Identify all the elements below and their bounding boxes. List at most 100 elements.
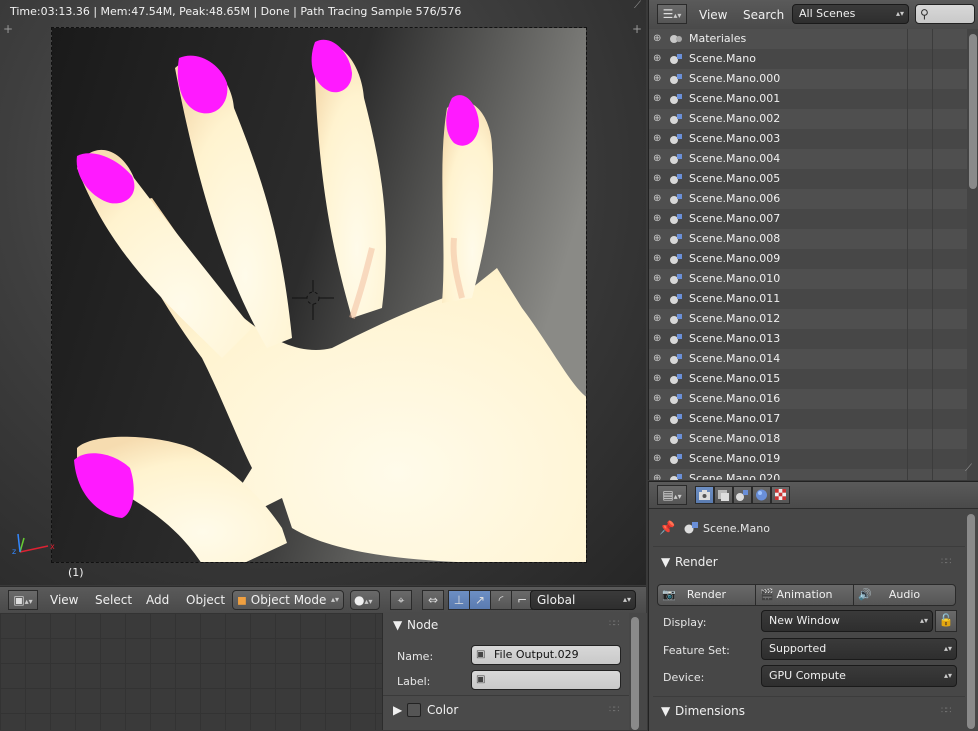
area-split-corner-icon[interactable]: + bbox=[3, 22, 13, 36]
outliner-item[interactable]: ⊕ Scene.Mano.001 bbox=[649, 89, 967, 109]
tab-scene[interactable] bbox=[733, 486, 752, 504]
expand-icon[interactable]: ⊕ bbox=[653, 189, 665, 209]
translate-manipulator-button[interactable]: ↗ bbox=[469, 590, 491, 610]
scene-icon bbox=[670, 314, 682, 324]
node-name-field[interactable]: ▣ File Output.029 bbox=[471, 645, 621, 665]
expand-icon[interactable]: ⊕ bbox=[653, 129, 665, 149]
feature-set-dropdown[interactable]: Supported ▴▾ bbox=[761, 638, 957, 660]
drag-handle-icon[interactable]: ∷∷ bbox=[609, 619, 620, 629]
outliner-item[interactable]: ⊕ Scene.Mano.005 bbox=[649, 169, 967, 189]
expand-icon[interactable]: ⊕ bbox=[653, 229, 665, 249]
render-still-button[interactable]: 📷 Render bbox=[657, 584, 756, 606]
node-section-toggle[interactable]: ▼ bbox=[393, 618, 402, 632]
outliner-item[interactable]: ⊕ Scene.Mano.006 bbox=[649, 189, 967, 209]
outliner-item[interactable]: ⊕ Scene.Mano.000 bbox=[649, 69, 967, 89]
area-split-corner-icon[interactable]: ⟋ bbox=[634, 0, 641, 11]
outliner-menu-search[interactable]: Search bbox=[743, 8, 784, 22]
area-split-corner-icon[interactable]: + bbox=[632, 22, 642, 36]
expand-icon[interactable]: ⊕ bbox=[653, 269, 665, 289]
expand-icon[interactable]: ⊕ bbox=[653, 389, 665, 409]
expand-icon[interactable]: ⊕ bbox=[653, 69, 665, 89]
editor-type-button[interactable]: ☰▴▾ bbox=[657, 4, 687, 24]
rotate-manipulator-button[interactable]: ◜ bbox=[490, 590, 512, 610]
expand-icon[interactable]: ⊕ bbox=[653, 49, 665, 69]
outliner-search-input[interactable]: ⚲ bbox=[915, 4, 975, 24]
drag-handle-icon[interactable]: ∷∷ bbox=[941, 706, 952, 716]
3d-viewport[interactable]: + + ⟋ x z Time:03:13.36 | Mem:47.54M, Pe… bbox=[0, 0, 646, 585]
expand-icon[interactable]: ⊕ bbox=[653, 429, 665, 449]
interaction-mode-dropdown[interactable]: ◼ Object Mode ▴▾ bbox=[232, 590, 344, 610]
outliner-scrollbar-thumb[interactable] bbox=[969, 34, 977, 189]
expand-icon[interactable]: ⊕ bbox=[653, 309, 665, 329]
expand-icon[interactable]: ⊕ bbox=[653, 29, 665, 49]
area-split-corner-icon[interactable]: ⟋ bbox=[965, 463, 972, 474]
outliner-item[interactable]: ⊕ Scene.Mano.017 bbox=[649, 409, 967, 429]
expand-icon[interactable]: ⊕ bbox=[653, 369, 665, 389]
drag-handle-icon[interactable]: ∷∷ bbox=[941, 557, 952, 567]
menu-object[interactable]: Object bbox=[186, 593, 225, 607]
tab-texture[interactable] bbox=[771, 486, 790, 504]
node-label-field[interactable]: ▣ bbox=[471, 670, 621, 690]
expand-icon[interactable]: ⊕ bbox=[653, 409, 665, 429]
outliner-menu-view[interactable]: View bbox=[699, 8, 727, 22]
expand-icon[interactable]: ⊕ bbox=[653, 209, 665, 229]
expand-icon[interactable]: ⊕ bbox=[653, 169, 665, 189]
expand-icon[interactable]: ⊕ bbox=[653, 349, 665, 369]
editor-type-button[interactable]: ▣▴▾ bbox=[8, 590, 38, 610]
panel-scrollbar[interactable] bbox=[631, 617, 639, 730]
transform-orientation-dropdown[interactable]: Global ▴▾ bbox=[530, 590, 636, 610]
menu-view[interactable]: View bbox=[50, 593, 78, 607]
outliner-item[interactable]: ⊕ Scene.Mano.020 bbox=[649, 469, 967, 480]
pivot-point-button[interactable]: ⌖ bbox=[390, 590, 412, 610]
node-editor-canvas[interactable] bbox=[0, 613, 382, 730]
viewport-shading-dropdown[interactable]: ●▴▾ bbox=[350, 590, 380, 610]
lock-interface-button[interactable]: 🔓 bbox=[935, 610, 957, 632]
expand-icon[interactable]: ⊕ bbox=[653, 89, 665, 109]
outliner-item[interactable]: ⊕ Scene.Mano.003 bbox=[649, 129, 967, 149]
render-section-toggle[interactable]: ▼ bbox=[661, 555, 670, 569]
outliner-item[interactable]: ⊕ Scene.Mano.007 bbox=[649, 209, 967, 229]
render-animation-button[interactable]: 🎬 Animation bbox=[755, 584, 854, 606]
snap-toggle-button[interactable]: ⇔ bbox=[422, 590, 444, 610]
expand-icon[interactable]: ⊕ bbox=[653, 329, 665, 349]
expand-icon[interactable]: ⊕ bbox=[653, 289, 665, 309]
properties-scrollbar[interactable] bbox=[967, 514, 975, 729]
display-dropdown[interactable]: New Window ▴▾ bbox=[761, 610, 933, 632]
outliner-item[interactable]: ⊕ Scene.Mano.012 bbox=[649, 309, 967, 329]
menu-add[interactable]: Add bbox=[146, 593, 169, 607]
menu-select[interactable]: Select bbox=[95, 593, 132, 607]
outliner-item[interactable]: ⊕ Scene.Mano.015 bbox=[649, 369, 967, 389]
drag-handle-icon[interactable]: ∷∷ bbox=[609, 705, 620, 715]
outliner-item[interactable]: ⊕ Scene.Mano.010 bbox=[649, 269, 967, 289]
outliner-item[interactable]: ⊕ Scene.Mano.013 bbox=[649, 329, 967, 349]
outliner-item[interactable]: ⊕ Scene.Mano.014 bbox=[649, 349, 967, 369]
outliner-item[interactable]: ⊕ Scene.Mano bbox=[649, 49, 967, 69]
editor-type-button[interactable]: ▤▴▾ bbox=[657, 485, 687, 505]
outliner-item[interactable]: ⊕ Materiales bbox=[649, 29, 967, 49]
tab-render[interactable] bbox=[695, 486, 714, 504]
outliner-item[interactable]: ⊕ Scene.Mano.019 bbox=[649, 449, 967, 469]
tab-render-layers[interactable] bbox=[714, 486, 733, 504]
outliner-item[interactable]: ⊕ Scene.Mano.016 bbox=[649, 389, 967, 409]
outliner-item[interactable]: ⊕ Scene.Mano.002 bbox=[649, 109, 967, 129]
outliner-item[interactable]: ⊕ Scene.Mano.008 bbox=[649, 229, 967, 249]
expand-icon[interactable]: ⊕ bbox=[653, 249, 665, 269]
outliner-item[interactable]: ⊕ Scene.Mano.009 bbox=[649, 249, 967, 269]
expand-icon[interactable]: ⊕ bbox=[653, 109, 665, 129]
use-custom-color-checkbox[interactable] bbox=[407, 703, 421, 717]
manipulator-toggle-button[interactable]: ⊥ bbox=[448, 590, 470, 610]
outliner-item[interactable]: ⊕ Scene.Mano.004 bbox=[649, 149, 967, 169]
render-audio-button[interactable]: 🔊 Audio bbox=[853, 584, 956, 606]
tab-world[interactable] bbox=[752, 486, 771, 504]
pin-icon[interactable]: 📌 bbox=[659, 521, 675, 536]
device-dropdown[interactable]: GPU Compute ▴▾ bbox=[761, 665, 957, 687]
expand-icon[interactable]: ⊕ bbox=[653, 469, 665, 480]
outliner-item[interactable]: ⊕ Scene.Mano.011 bbox=[649, 289, 967, 309]
expand-icon[interactable]: ⊕ bbox=[653, 149, 665, 169]
dimensions-section-toggle[interactable]: ▼ bbox=[661, 704, 670, 718]
3d-cursor-icon[interactable] bbox=[292, 280, 334, 322]
expand-icon[interactable]: ⊕ bbox=[653, 449, 665, 469]
color-section-toggle[interactable]: ▶ bbox=[393, 703, 402, 717]
outliner-item[interactable]: ⊕ Scene.Mano.018 bbox=[649, 429, 967, 449]
display-mode-dropdown[interactable]: All Scenes ▴▾ bbox=[792, 4, 909, 24]
